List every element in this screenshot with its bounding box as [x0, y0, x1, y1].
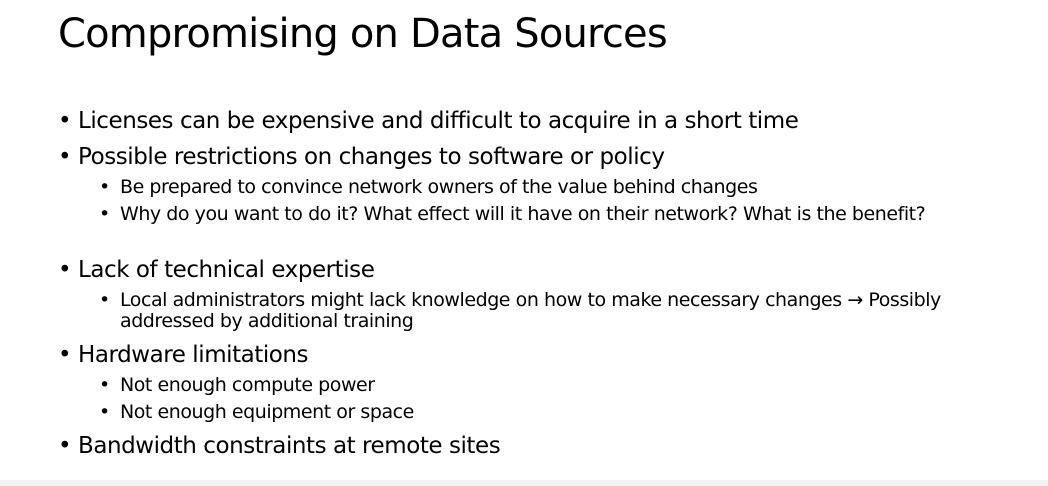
bullet-marker: • [58, 144, 72, 170]
bullet-text: Hardware limitations [78, 342, 309, 368]
sub-bullet-text: Not enough compute power [120, 374, 375, 396]
bullet-marker: • [58, 433, 72, 459]
bullet-text: Lack of technical expertise [78, 257, 375, 283]
bullet-marker: • [58, 257, 72, 283]
slide: Compromising on Data Sources • Licenses … [0, 0, 1048, 480]
bullet-marker: • [58, 342, 72, 368]
bullet-text: Possible restrictions on changes to soft… [78, 144, 665, 170]
sub-bullet-text: Why do you want to do it? What effect wi… [120, 203, 926, 225]
sub-bullet-marker: • [99, 374, 110, 396]
sub-bullet-text: Local administrators might lack knowledg… [120, 289, 941, 332]
sub-bullet-marker: • [99, 203, 110, 225]
bullet-text: Bandwidth constraints at remote sites [78, 433, 501, 459]
bottom-strip [0, 480, 1048, 486]
sub-bullet-marker: • [99, 401, 110, 423]
bullet-text: Licenses can be expensive and difficult … [78, 108, 799, 134]
sub-bullet-text: Not enough equipment or space [120, 401, 414, 423]
bullet-marker: • [58, 108, 72, 134]
slide-title: Compromising on Data Sources [58, 11, 668, 57]
sub-bullet-marker: • [99, 289, 110, 311]
sub-bullet-text: Be prepared to convince network owners o… [120, 176, 758, 198]
sub-bullet-marker: • [99, 176, 110, 198]
